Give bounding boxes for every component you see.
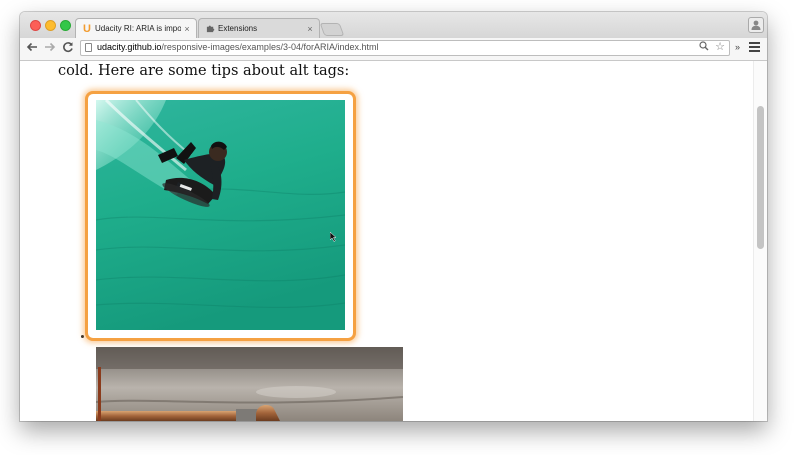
close-window-button[interactable] bbox=[30, 20, 41, 31]
tab-strip: U Udacity RI: ARIA is importa × Extensio… bbox=[20, 12, 767, 39]
bodyboarder-image[interactable] bbox=[96, 100, 345, 330]
intro-text: cold. Here are some tips about alt tags: bbox=[58, 63, 350, 79]
tab-udacity[interactable]: U Udacity RI: ARIA is importa × bbox=[75, 18, 197, 38]
tab-extensions[interactable]: Extensions × bbox=[198, 18, 320, 38]
list-bullet bbox=[81, 335, 84, 338]
scrollbar-thumb[interactable] bbox=[757, 106, 764, 249]
reload-icon bbox=[63, 42, 73, 53]
extensions-overflow-button[interactable]: » bbox=[735, 42, 740, 52]
url-host: udacity.github.io bbox=[97, 42, 162, 52]
arrow-left-icon bbox=[26, 42, 37, 52]
desktop: U Udacity RI: ARIA is importa × Extensio… bbox=[0, 0, 807, 455]
back-button[interactable] bbox=[24, 40, 40, 57]
page-icon bbox=[85, 43, 92, 52]
tab-title: Udacity RI: ARIA is importa bbox=[95, 24, 181, 33]
minimize-window-button[interactable] bbox=[45, 20, 56, 31]
page-content: cold. Here are some tips about alt tags: bbox=[20, 61, 767, 421]
close-tab-icon[interactable]: × bbox=[181, 24, 193, 34]
copper-pipe-image[interactable] bbox=[96, 347, 403, 421]
new-tab-button[interactable] bbox=[319, 23, 345, 36]
bookmark-star-icon[interactable]: ☆ bbox=[715, 40, 725, 53]
reload-button[interactable] bbox=[60, 40, 76, 57]
address-bar[interactable]: udacity.github.io/responsive-images/exam… bbox=[80, 40, 730, 56]
profile-button[interactable] bbox=[748, 17, 764, 33]
zoom-icon[interactable] bbox=[699, 41, 709, 54]
forward-button[interactable] bbox=[42, 40, 58, 57]
menu-icon[interactable] bbox=[749, 42, 760, 54]
arrow-right-icon bbox=[45, 42, 56, 52]
url-text: udacity.github.io/responsive-images/exam… bbox=[97, 42, 379, 52]
url-path: /responsive-images/examples/3-04/forARIA… bbox=[161, 42, 379, 52]
puzzle-icon bbox=[205, 24, 215, 34]
mouse-cursor bbox=[329, 229, 337, 247]
close-tab-icon[interactable]: × bbox=[304, 24, 316, 34]
vertical-scrollbar[interactable] bbox=[753, 61, 767, 421]
person-icon bbox=[751, 20, 761, 30]
udacity-logo-icon: U bbox=[83, 22, 91, 35]
browser-window: U Udacity RI: ARIA is importa × Extensio… bbox=[20, 12, 767, 421]
toolbar: udacity.github.io/responsive-images/exam… bbox=[20, 38, 767, 61]
maximize-window-button[interactable] bbox=[60, 20, 71, 31]
tab-title: Extensions bbox=[218, 24, 258, 33]
